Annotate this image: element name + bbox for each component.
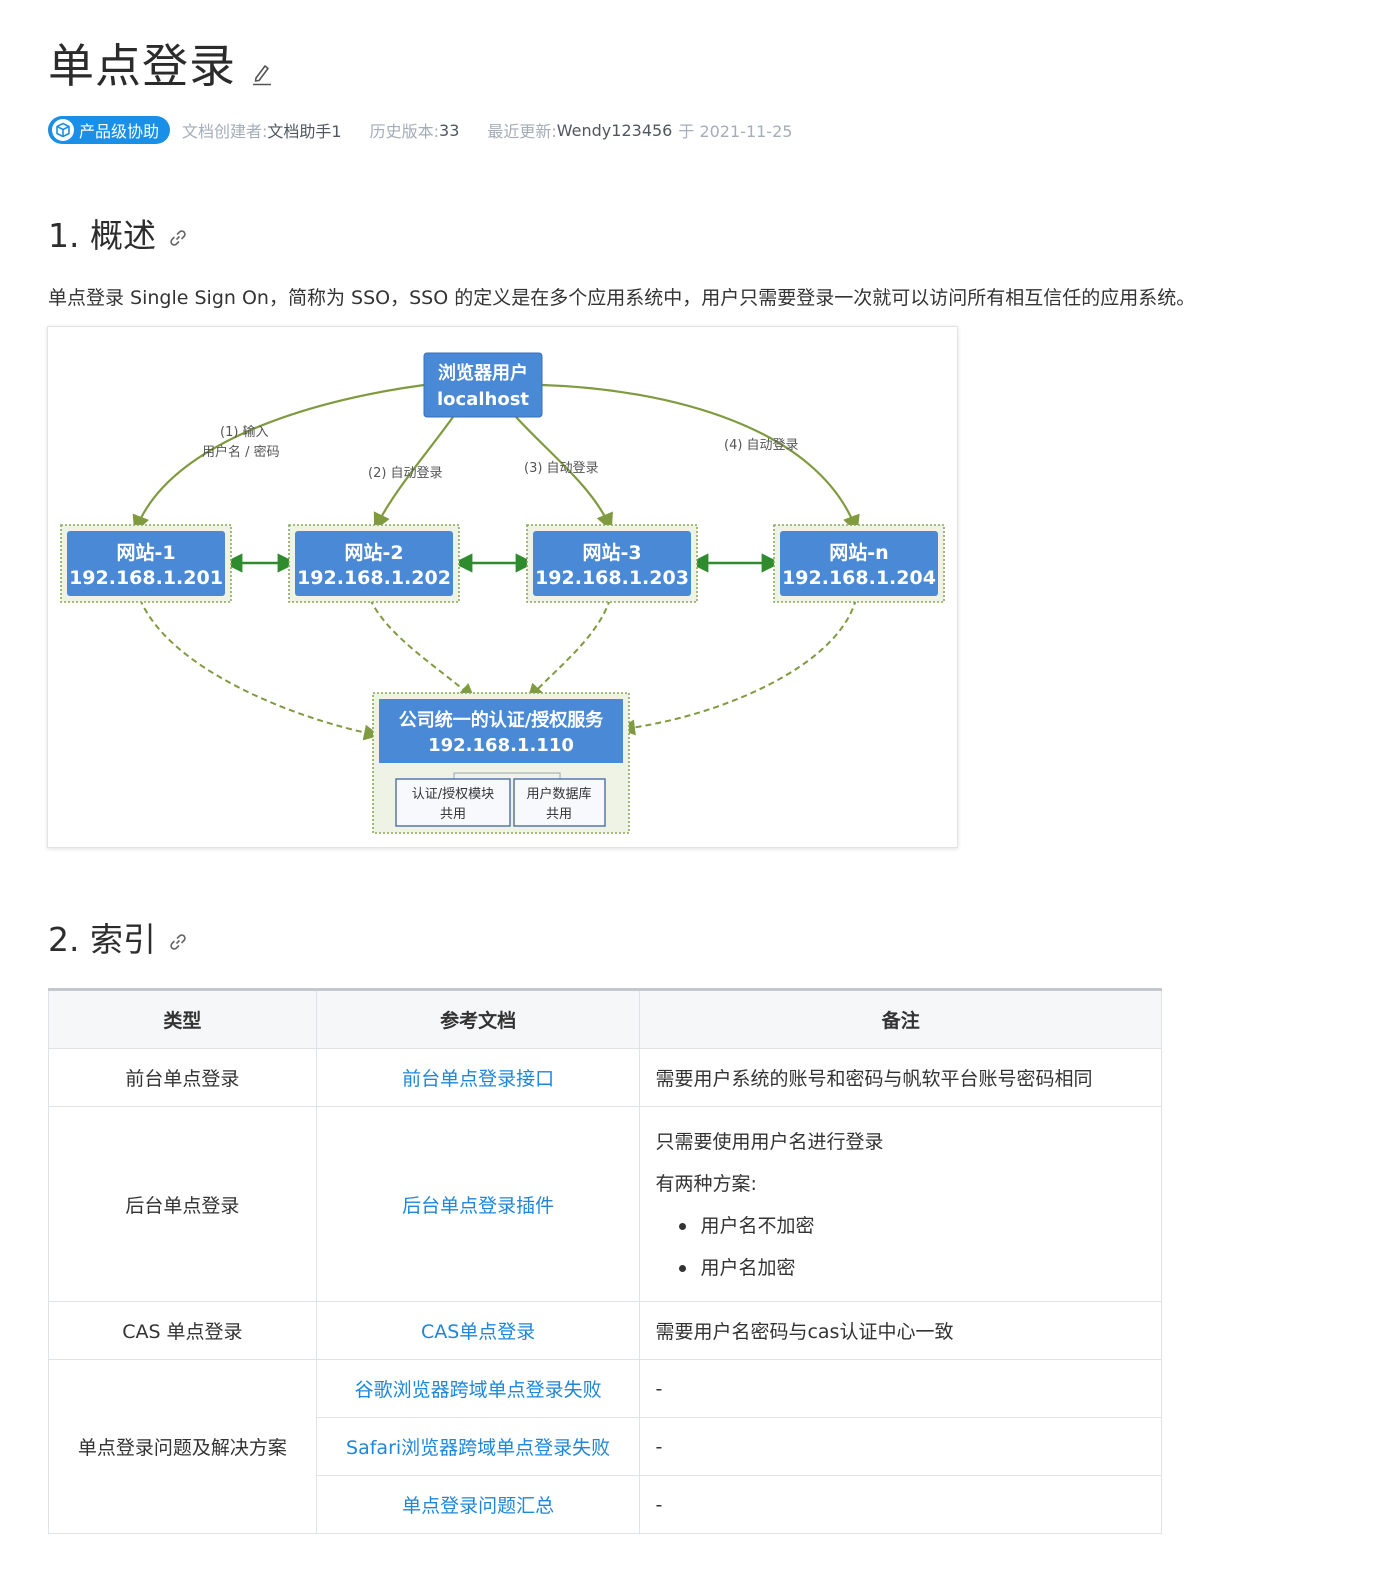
sso-diagram: (1) 输入 用户名 / 密码 (2) 自动登录 (3) 自动登录 (4) 自动…: [47, 326, 958, 848]
site-2-name: 网站-2: [344, 541, 403, 564]
site-n-name: 网站-n: [829, 541, 888, 564]
dashed-site3-auth: [527, 598, 611, 700]
header-note: 备注: [639, 988, 1162, 1049]
list-item: 用户名不加密: [677, 1205, 1161, 1247]
edge-user-siten: [541, 383, 860, 534]
cell-note: 需要用户名密码与cas认证中心一致: [639, 1301, 1162, 1360]
table-row: 后台单点登录 后台单点登录插件 只需要使用用户名进行登录 有两种方案: 用户名不…: [48, 1106, 1162, 1302]
section-heading-index: 2. 索引: [48, 918, 188, 962]
table-header-row: 类型 参考文档 备注: [48, 988, 1162, 1049]
edge-user-site1: [132, 383, 425, 534]
cell-doc: 后台单点登录插件: [315, 1106, 641, 1302]
link-icon[interactable]: [168, 932, 188, 952]
submodule-2-line2: 共用: [546, 807, 572, 822]
cell-note: -: [639, 1417, 1162, 1476]
site-node-n: 网站-n 192.168.1.204: [773, 524, 945, 603]
cell-doc: 单点登录问题汇总: [315, 1475, 641, 1534]
badge-label: 产品级协助: [79, 122, 160, 141]
cell-doc: CAS单点登录: [315, 1301, 641, 1360]
updated-label: 最近更新:: [487, 122, 557, 141]
site-node-3: 网站-3 192.168.1.203: [526, 524, 698, 603]
cell-note: 需要用户系统的账号和密码与帆软平台账号密码相同: [639, 1048, 1162, 1107]
cell-doc: Safari浏览器跨域单点登录失败: [315, 1417, 641, 1476]
cell-note: -: [639, 1359, 1162, 1418]
pencil-icon[interactable]: [250, 60, 274, 86]
doc-meta: 产品级协助 文档创建者: 文档助手1 历史版本: 33 最近更新: Wendy1…: [48, 115, 792, 145]
note-line: 有两种方案:: [655, 1173, 757, 1195]
list-item: 用户名加密: [677, 1247, 1161, 1289]
doc-link[interactable]: CAS单点登录: [421, 1321, 535, 1343]
page-title: 单点登录: [48, 39, 236, 93]
edge-label-1b: 用户名 / 密码: [202, 444, 280, 460]
cell-type: 单点登录问题及解决方案: [48, 1359, 317, 1534]
section-title: 2. 索引: [48, 920, 156, 959]
creator-value: 文档助手1: [267, 122, 342, 141]
header-doc: 参考文档: [315, 988, 641, 1049]
edge-label-4: (4) 自动登录: [724, 438, 799, 453]
user-node-line1: 浏览器用户: [438, 362, 528, 384]
cell-note: -: [639, 1475, 1162, 1534]
dashed-site2-auth: [369, 598, 475, 700]
note-line: 只需要使用用户名进行登录: [655, 1131, 884, 1153]
site-3-name: 网站-3: [582, 541, 641, 564]
note-list: 用户名不加密 用户名加密: [655, 1205, 1161, 1289]
edge-label-1a: (1) 输入: [220, 424, 269, 440]
version-label: 历史版本:: [369, 122, 440, 141]
section-heading-overview: 1. 概述: [48, 214, 188, 258]
dashed-site1-auth: [139, 598, 380, 741]
creator-label: 文档创建者:: [182, 122, 268, 141]
section-title: 1. 概述: [48, 216, 156, 255]
site-2-ip: 192.168.1.202: [297, 567, 451, 589]
edge-label-2: (2) 自动登录: [368, 466, 443, 481]
doc-link[interactable]: Safari浏览器跨域单点登录失败: [346, 1437, 610, 1459]
cell-doc: 前台单点登录接口: [315, 1048, 641, 1107]
updated-date: 于 2021-11-25: [678, 122, 793, 141]
auth-node-line1: 公司统一的认证/授权服务: [399, 709, 605, 731]
doc-link[interactable]: 前台单点登录接口: [402, 1068, 554, 1090]
submodule-2-line1: 用户数据库: [526, 786, 591, 802]
user-node: 浏览器用户 localhost: [423, 352, 543, 418]
version-value[interactable]: 33: [439, 121, 459, 140]
doc-link[interactable]: 单点登录问题汇总: [402, 1495, 554, 1517]
updated-by[interactable]: Wendy123456: [557, 121, 673, 140]
site-node-2: 网站-2 192.168.1.202: [288, 524, 460, 603]
cell-note: 只需要使用用户名进行登录 有两种方案: 用户名不加密 用户名加密: [639, 1106, 1162, 1302]
submodule-1-line1: 认证/授权模块: [412, 786, 494, 802]
site-node-1: 网站-1 192.168.1.201: [60, 524, 232, 603]
header-type: 类型: [48, 988, 317, 1049]
site-1-name: 网站-1: [116, 541, 175, 564]
cell-type: 前台单点登录: [48, 1048, 317, 1107]
auth-node-line2: 192.168.1.110: [428, 735, 574, 756]
index-table: 类型 参考文档 备注 前台单点登录 前台单点登录接口 需要用户系统的账号和密码与…: [48, 988, 1162, 1534]
user-node-line2: localhost: [437, 389, 529, 410]
submodule-1-line2: 共用: [440, 807, 466, 822]
table-row: 单点登录问题及解决方案 谷歌浏览器跨域单点登录失败 -: [48, 1359, 1162, 1534]
site-1-ip: 192.168.1.201: [69, 567, 223, 589]
overview-text: 单点登录 Single Sign On，简称为 SSO，SSO 的定义是在多个应…: [48, 287, 1196, 309]
site-3-ip: 192.168.1.203: [535, 567, 689, 589]
table-row: 前台单点登录 前台单点登录接口 需要用户系统的账号和密码与帆软平台账号密码相同: [48, 1048, 1162, 1107]
product-badge[interactable]: 产品级协助: [48, 116, 171, 144]
cell-type: 后台单点登录: [48, 1106, 317, 1302]
link-icon[interactable]: [168, 228, 188, 248]
table-row: CAS 单点登录 CAS单点登录 需要用户名密码与cas认证中心一致: [48, 1301, 1162, 1360]
dashed-siten-auth: [619, 598, 857, 736]
doc-link[interactable]: 谷歌浏览器跨域单点登录失败: [355, 1379, 602, 1401]
edge-label-3: (3) 自动登录: [524, 461, 599, 476]
site-n-ip: 192.168.1.204: [782, 567, 936, 589]
doc-link[interactable]: 后台单点登录插件: [402, 1195, 554, 1217]
auth-node: 公司统一的认证/授权服务 192.168.1.110 认证/授权模块 共用 用户…: [372, 692, 630, 834]
cube-icon: [52, 119, 74, 141]
cell-type: CAS 单点登录: [48, 1301, 317, 1360]
cell-doc: 谷歌浏览器跨域单点登录失败: [315, 1359, 641, 1418]
